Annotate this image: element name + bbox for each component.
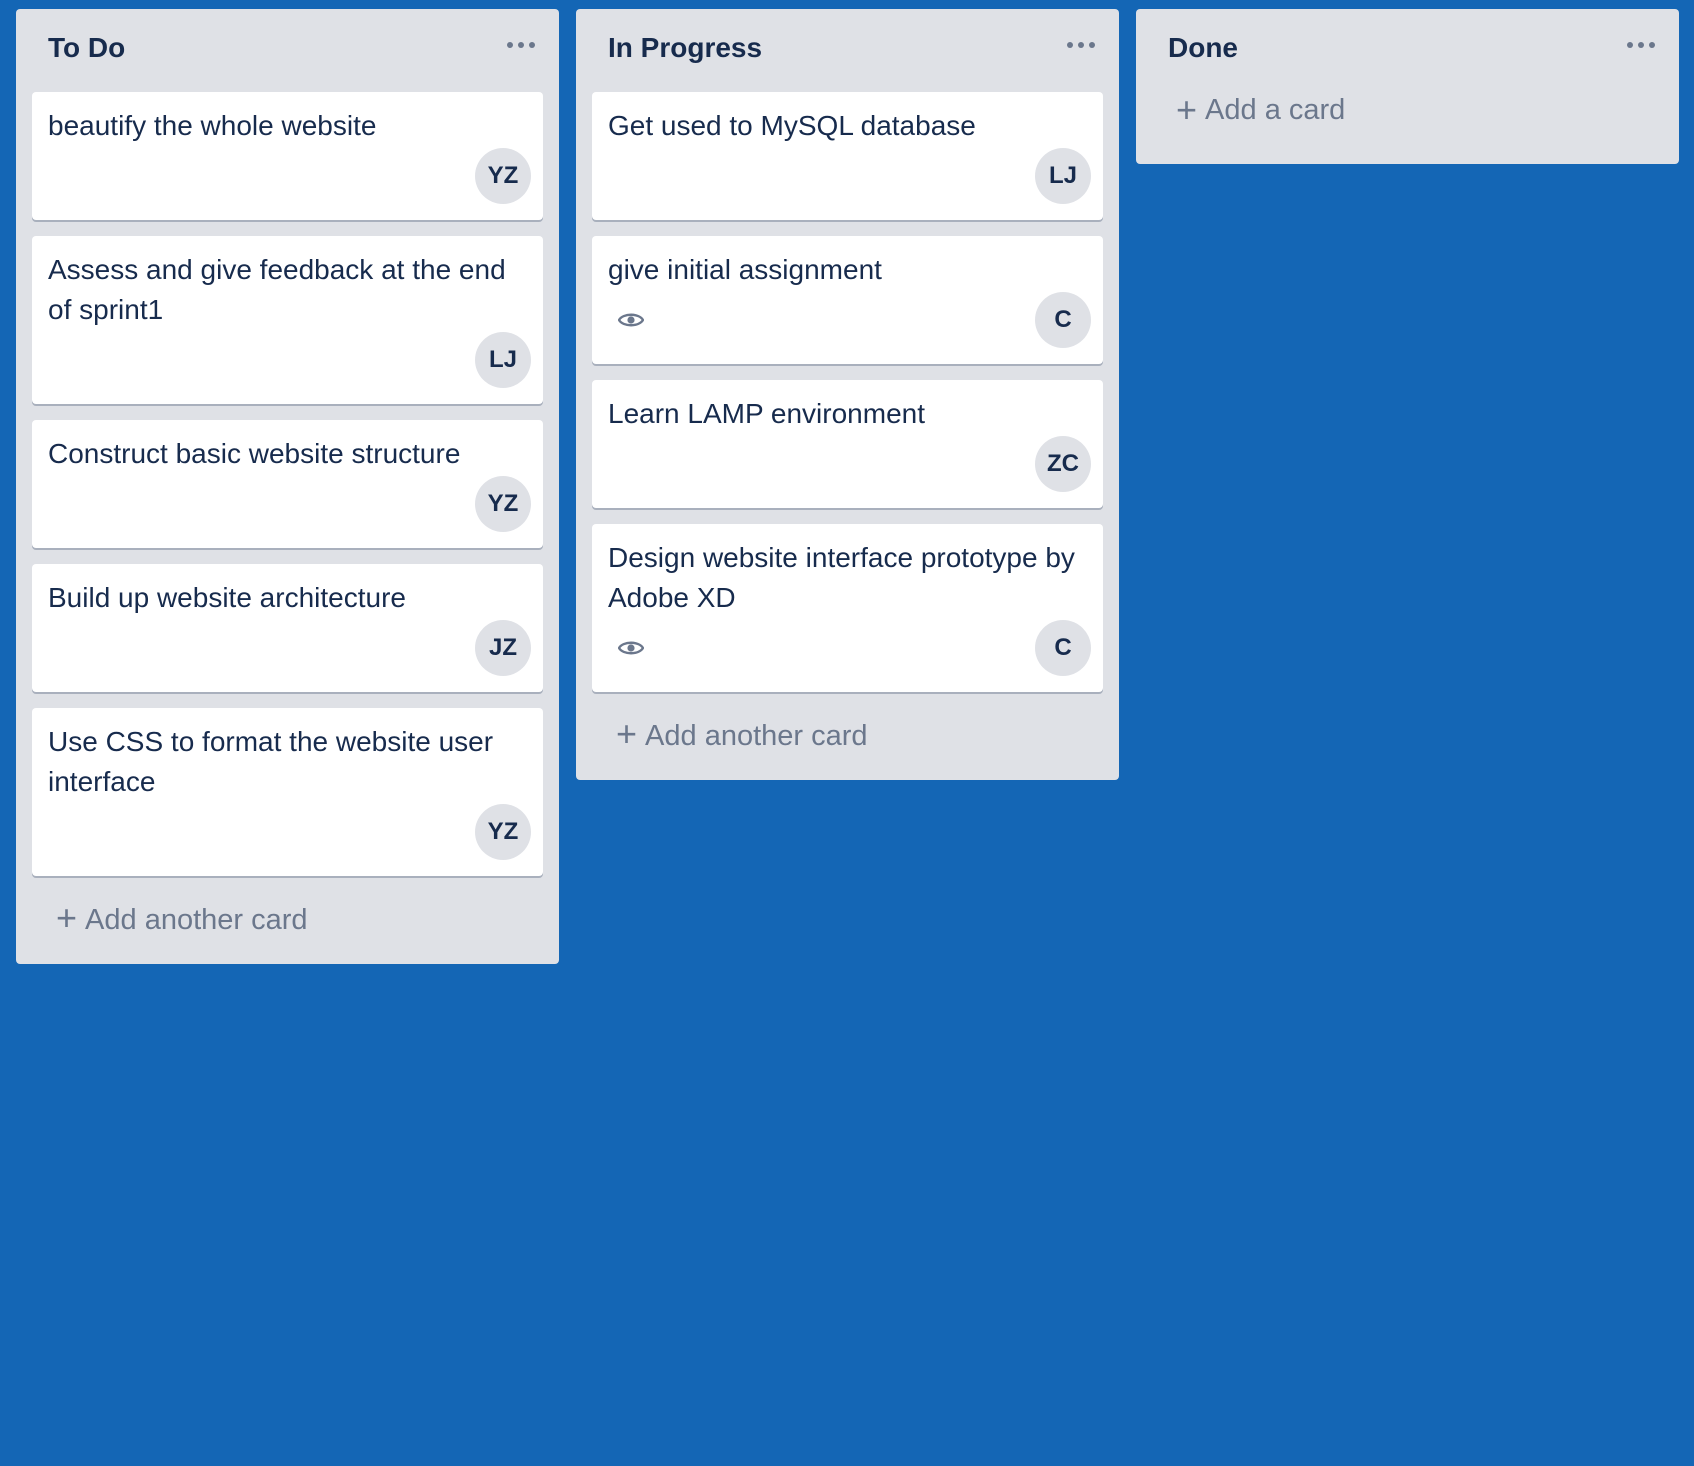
list-in-progress: In Progress Get used to MySQL database L… <box>576 9 1119 780</box>
eye-icon <box>618 641 644 655</box>
card-footer: ZC <box>608 436 1091 492</box>
member-avatar[interactable]: LJ <box>1035 148 1091 204</box>
card[interactable]: Learn LAMP environment ZC <box>592 380 1103 508</box>
list-header: To Do <box>32 9 543 92</box>
card-title: give initial assignment <box>608 254 882 285</box>
add-card-button[interactable]: + Add another card <box>32 876 543 964</box>
list-title[interactable]: Done <box>1168 32 1238 64</box>
card-badges <box>608 639 644 657</box>
list-menu-icon[interactable] <box>1619 30 1663 60</box>
card-footer: LJ <box>608 148 1091 204</box>
add-card-label: Add another card <box>85 903 308 936</box>
add-card-button[interactable]: + Add a card <box>1152 92 1663 164</box>
card-footer: YZ <box>48 804 531 860</box>
plus-icon: + <box>56 897 78 938</box>
list-title[interactable]: In Progress <box>608 32 762 64</box>
member-avatar[interactable]: YZ <box>475 476 531 532</box>
card[interactable]: Assess and give feedback at the end of s… <box>32 236 543 404</box>
list-menu-icon[interactable] <box>1059 30 1103 60</box>
plus-icon: + <box>616 713 638 754</box>
card-title: Learn LAMP environment <box>608 398 925 429</box>
card-title: Construct basic website structure <box>48 438 461 469</box>
card-list: Get used to MySQL database LJ give initi… <box>592 92 1103 692</box>
card-title: Get used to MySQL database <box>608 110 976 141</box>
member-avatar[interactable]: C <box>1035 620 1091 676</box>
list-menu-icon[interactable] <box>499 30 543 60</box>
card-title: beautify the whole website <box>48 110 377 141</box>
card[interactable]: Use CSS to format the website user inter… <box>32 708 543 876</box>
add-card-label: Add a card <box>1205 94 1346 126</box>
card[interactable]: Build up website architecture JZ <box>32 564 543 692</box>
card-footer: JZ <box>48 620 531 676</box>
member-avatar[interactable]: LJ <box>475 332 531 388</box>
member-avatar[interactable]: JZ <box>475 620 531 676</box>
list-done: Done + Add a card <box>1136 9 1679 164</box>
member-avatar[interactable]: C <box>1035 292 1091 348</box>
card-footer: C <box>608 620 1091 676</box>
card-title: Design website interface prototype by Ad… <box>608 542 1075 613</box>
list-to-do: To Do beautify the whole website YZ Asse… <box>16 9 559 964</box>
card-footer: LJ <box>48 332 531 388</box>
card-title: Use CSS to format the website user inter… <box>48 726 494 797</box>
card[interactable]: beautify the whole website YZ <box>32 92 543 220</box>
member-avatar[interactable]: YZ <box>475 148 531 204</box>
add-card-label: Add another card <box>645 719 868 752</box>
board: To Do beautify the whole website YZ Asse… <box>16 9 1679 964</box>
member-avatar[interactable]: YZ <box>475 804 531 860</box>
card-footer: YZ <box>48 148 531 204</box>
card-title: Build up website architecture <box>48 582 406 613</box>
list-header: In Progress <box>592 9 1103 92</box>
plus-icon: + <box>1176 89 1198 130</box>
card-footer: YZ <box>48 476 531 532</box>
card-footer: C <box>608 292 1091 348</box>
list-title[interactable]: To Do <box>48 32 125 64</box>
eye-icon <box>618 313 644 327</box>
list-header: Done <box>1152 9 1663 92</box>
card-title: Assess and give feedback at the end of s… <box>48 254 506 325</box>
add-card-button[interactable]: + Add another card <box>592 692 1103 780</box>
member-avatar[interactable]: ZC <box>1035 436 1091 492</box>
card[interactable]: Construct basic website structure YZ <box>32 420 543 548</box>
card[interactable]: Get used to MySQL database LJ <box>592 92 1103 220</box>
card-badges <box>608 311 644 329</box>
card[interactable]: give initial assignment C <box>592 236 1103 364</box>
card-list: beautify the whole website YZ Assess and… <box>32 92 543 876</box>
card[interactable]: Design website interface prototype by Ad… <box>592 524 1103 692</box>
